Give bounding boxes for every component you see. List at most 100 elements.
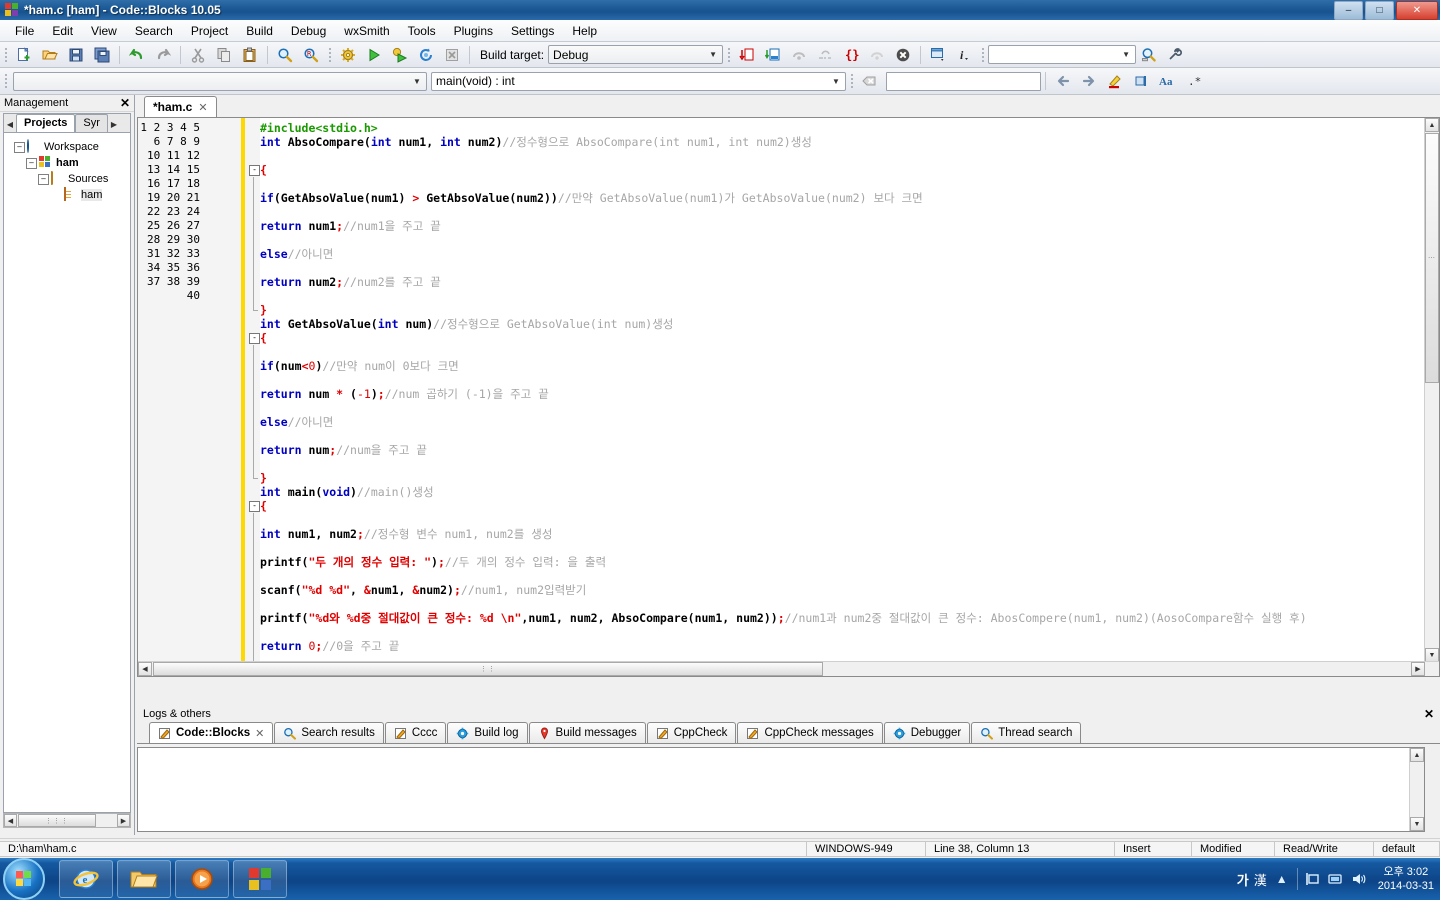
tabs-scroll-right-icon[interactable]: ▶ — [107, 116, 120, 132]
fold-toggle-icon[interactable]: - — [249, 165, 260, 176]
open-file-icon[interactable] — [38, 43, 62, 67]
menu-edit[interactable]: Edit — [43, 22, 82, 40]
new-file-icon[interactable] — [12, 43, 36, 67]
scroll-up-button[interactable]: ▲ — [1425, 118, 1439, 132]
save-all-icon[interactable] — [90, 43, 114, 67]
toolbar-grip[interactable] — [326, 45, 333, 65]
close-icon[interactable]: ✕ — [198, 101, 207, 114]
cut-icon[interactable] — [186, 43, 210, 67]
editor-hscroll-thumb[interactable]: ⋮⋮ — [153, 662, 823, 676]
volume-icon[interactable] — [1351, 871, 1367, 887]
scroll-down-button[interactable]: ▼ — [1410, 817, 1424, 831]
fold-margin[interactable]: - - - — [246, 118, 260, 676]
tree-node-sources[interactable]: – Sources — [10, 171, 130, 187]
menu-file[interactable]: File — [6, 22, 43, 40]
toolbar-search-combo[interactable]: ▼ — [988, 45, 1137, 64]
menu-search[interactable]: Search — [126, 22, 182, 40]
logs-tab-cppcheck[interactable]: CppCheck — [646, 722, 737, 743]
toolbar-grip[interactable] — [2, 45, 9, 65]
menu-help[interactable]: Help — [563, 22, 606, 40]
logs-tab-debugger[interactable]: Debugger — [883, 722, 971, 743]
logs-tab-build-log[interactable]: Build log — [447, 722, 528, 743]
find-icon[interactable] — [273, 43, 297, 67]
expander-icon[interactable]: – — [14, 141, 25, 153]
search-icon[interactable] — [1137, 43, 1161, 67]
toolbar-grip[interactable] — [979, 45, 986, 65]
menu-build[interactable]: Build — [237, 22, 282, 40]
close-icon[interactable]: ✕ — [1424, 707, 1434, 721]
scope-combo[interactable]: ▼ — [13, 71, 427, 91]
fold-toggle-icon[interactable]: - — [249, 333, 260, 344]
debug-continue-icon[interactable] — [735, 43, 759, 67]
scroll-up-button[interactable]: ▲ — [1410, 748, 1424, 762]
highlight-icon[interactable] — [1103, 69, 1127, 93]
scroll-down-button[interactable]: ▼ — [1425, 648, 1439, 662]
toggle-bookmark-icon[interactable] — [1129, 69, 1153, 93]
show-hidden-icons-icon[interactable]: ▲ — [1274, 871, 1290, 887]
back-icon[interactable] — [1051, 69, 1075, 93]
logs-vscrollbar[interactable]: ▲ ▼ — [1409, 748, 1424, 831]
logs-tab-cppcheck-messages[interactable]: CppCheck messages — [737, 722, 883, 743]
close-icon[interactable]: ✕ — [120, 96, 130, 110]
fold-toggle-icon[interactable]: - — [249, 501, 260, 512]
management-hscroll-thumb[interactable]: ⋮⋮⋮ — [18, 814, 96, 827]
forward-icon[interactable] — [1077, 69, 1101, 93]
editor-hscrollbar[interactable]: ◀ ⋮⋮ ▶ — [138, 661, 1439, 676]
logs-tab-build-messages[interactable]: Build messages — [528, 722, 646, 743]
close-button[interactable]: ✕ — [1396, 1, 1438, 20]
menu-plugins[interactable]: Plugins — [445, 22, 502, 40]
paste-icon[interactable] — [238, 43, 262, 67]
tab-projects[interactable]: Projects — [16, 114, 76, 132]
menu-view[interactable]: View — [82, 22, 126, 40]
menu-tools[interactable]: Tools — [399, 22, 445, 40]
save-icon[interactable] — [64, 43, 88, 67]
taskbar-codeblocks[interactable] — [233, 860, 287, 898]
tree-node-workspace[interactable]: – Workspace — [10, 139, 130, 155]
various-debug-icon[interactable] — [865, 43, 889, 67]
ime-indicator[interactable]: 가 漢 — [1237, 870, 1267, 889]
redo-icon[interactable] — [151, 43, 175, 67]
toolbar-grip[interactable] — [725, 45, 732, 65]
editor-vscrollbar[interactable]: ▲ ⋯ ▼ — [1424, 118, 1439, 676]
logs-content[interactable]: ▲ ▼ — [137, 747, 1425, 832]
tree-node-file[interactable]: ham — [10, 187, 130, 203]
rebuild-icon[interactable] — [414, 43, 438, 67]
debug-run-to-cursor-icon[interactable] — [761, 43, 785, 67]
match-case-icon[interactable]: Aa — [1155, 69, 1179, 93]
code-text[interactable]: #include<stdio.h> int AbsoCompare(int num… — [260, 121, 1425, 662]
step-into-icon[interactable] — [787, 43, 811, 67]
menu-settings[interactable]: Settings — [502, 22, 563, 40]
next-instruction-icon[interactable]: {} — [839, 43, 863, 67]
editor-tab-ham-c[interactable]: *ham.c ✕ — [144, 96, 217, 117]
toolbar-grip[interactable] — [848, 71, 855, 91]
step-out-icon[interactable] — [813, 43, 837, 67]
network-icon[interactable] — [1328, 871, 1344, 887]
tab-symbols[interactable]: Syr — [75, 114, 108, 132]
start-button[interactable] — [3, 858, 45, 900]
editor-vscroll-thumb[interactable]: ⋯ — [1425, 133, 1439, 383]
function-combo[interactable]: main(void) : int ▼ — [431, 71, 846, 91]
code-editor[interactable]: 1 2 3 4 5 6 7 8 9 10 11 12 13 14 15 16 1… — [137, 117, 1440, 677]
taskbar-clock[interactable]: 오후 3:02 2014-03-31 — [1374, 865, 1434, 893]
abort-icon[interactable] — [440, 43, 464, 67]
toolbar-grip[interactable] — [2, 71, 9, 91]
expander-icon[interactable]: – — [38, 173, 49, 185]
debugging-windows-icon[interactable] — [926, 43, 950, 67]
logs-tab-cccc[interactable]: Cccc — [384, 722, 447, 743]
build-target-combo[interactable]: Debug ▼ — [548, 45, 724, 64]
info-icon[interactable]: i — [952, 43, 976, 67]
scroll-left-button[interactable]: ◀ — [4, 814, 17, 827]
replace-icon[interactable]: R — [299, 43, 323, 67]
management-hscrollbar[interactable]: ◀ ⋮⋮⋮ ▶ — [3, 813, 131, 828]
menu-wxsmith[interactable]: wxSmith — [335, 22, 398, 40]
regex-icon[interactable]: .* — [1181, 69, 1205, 93]
action-center-icon[interactable] — [1305, 871, 1321, 887]
stop-debugger-icon[interactable] — [891, 43, 915, 67]
menu-debug[interactable]: Debug — [282, 22, 335, 40]
build-icon[interactable] — [336, 43, 360, 67]
menu-project[interactable]: Project — [182, 22, 237, 40]
expander-icon[interactable]: – — [26, 157, 37, 169]
minimize-button[interactable]: – — [1334, 1, 1363, 20]
scroll-right-button[interactable]: ▶ — [1411, 662, 1425, 676]
run-icon[interactable] — [362, 43, 386, 67]
